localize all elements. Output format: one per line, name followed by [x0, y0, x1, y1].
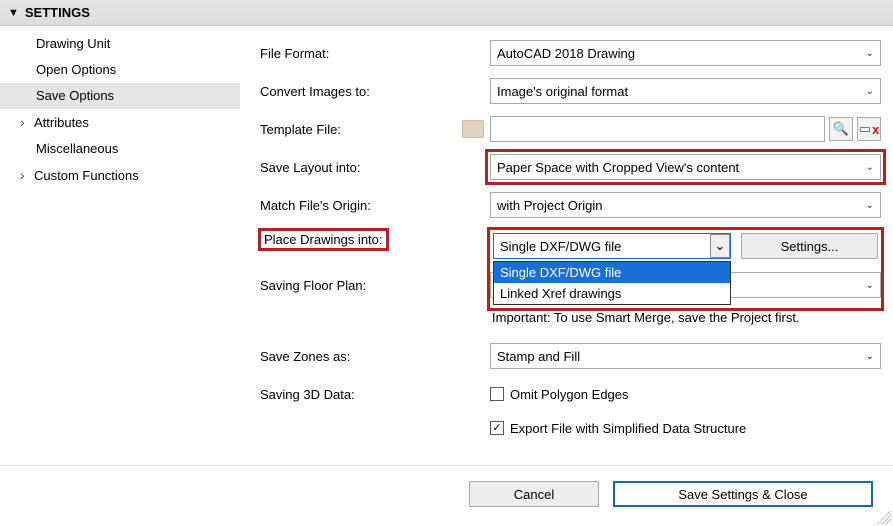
folder-icon — [462, 120, 484, 138]
place-drawings-label: Place Drawings into: — [260, 230, 387, 249]
save-zones-select[interactable]: Stamp and Fill ⌄ — [490, 343, 881, 369]
settings-form: File Format: AutoCAD 2018 Drawing ⌄ Conv… — [240, 26, 893, 465]
settings-sidebar: Drawing Unit Open Options Save Options A… — [0, 26, 240, 465]
save-layout-label: Save Layout into: — [260, 160, 360, 175]
place-drawings-select[interactable]: Single DXF/DWG file ⌄ — [493, 233, 731, 259]
remove-icon: x — [872, 122, 879, 137]
checkbox-icon — [490, 387, 504, 401]
save-settings-close-button[interactable]: Save Settings & Close — [613, 481, 873, 507]
search-icon: 🔍 — [833, 121, 849, 137]
sidebar-item-drawing-unit[interactable]: Drawing Unit — [0, 31, 240, 57]
cancel-button[interactable]: Cancel — [469, 481, 599, 507]
sidebar-item-save-options[interactable]: Save Options — [0, 83, 240, 109]
collapse-icon: ▼ — [8, 7, 19, 19]
place-drawings-dropdown: Single DXF/DWG file Linked Xref drawings — [493, 261, 731, 305]
place-drawings-option-single[interactable]: Single DXF/DWG file — [494, 262, 730, 283]
smart-merge-note: Important: To use Smart Merge, save the … — [492, 310, 881, 325]
sidebar-item-open-options[interactable]: Open Options — [0, 57, 240, 83]
chevron-down-icon: ⌄ — [860, 48, 874, 59]
file-format-select[interactable]: AutoCAD 2018 Drawing ⌄ — [490, 40, 881, 66]
match-origin-label: Match File's Origin: — [260, 198, 371, 213]
save-zones-label: Save Zones as: — [260, 349, 350, 364]
chevron-down-icon: ⌄ — [860, 351, 874, 362]
chevron-down-icon: ⌄ — [860, 86, 874, 97]
omit-polygon-checkbox[interactable]: Omit Polygon Edges — [490, 387, 629, 402]
chevron-down-icon: ⌄ — [710, 234, 730, 258]
save-layout-select[interactable]: Paper Space with Cropped View's content … — [490, 154, 881, 180]
place-drawings-option-xref[interactable]: Linked Xref drawings — [494, 283, 730, 304]
saving-floor-plan-label: Saving Floor Plan: — [260, 278, 366, 293]
dialog-footer: Cancel Save Settings & Close — [0, 466, 893, 522]
match-origin-select[interactable]: with Project Origin ⌄ — [490, 192, 881, 218]
convert-images-select[interactable]: Image's original format ⌄ — [490, 78, 881, 104]
file-format-label: File Format: — [260, 46, 329, 61]
browse-template-button[interactable]: 🔍 — [829, 117, 853, 141]
resize-grip-icon[interactable] — [877, 510, 891, 524]
chevron-down-icon: ⌄ — [860, 280, 874, 291]
template-file-input[interactable] — [490, 116, 825, 142]
sidebar-item-attributes[interactable]: Attributes — [0, 109, 240, 136]
chevron-down-icon: ⌄ — [860, 162, 874, 173]
sidebar-item-custom-functions[interactable]: Custom Functions — [0, 162, 240, 189]
checkbox-checked-icon: ✓ — [490, 421, 504, 435]
saving-3d-label: Saving 3D Data: — [260, 387, 355, 402]
export-simplified-checkbox[interactable]: ✓ Export File with Simplified Data Struc… — [490, 421, 746, 436]
header-title: SETTINGS — [25, 5, 90, 20]
sidebar-item-miscellaneous[interactable]: Miscellaneous — [0, 136, 240, 162]
clear-template-button[interactable]: ▭x — [857, 117, 881, 141]
document-icon: ▭ — [859, 121, 871, 137]
place-drawings-settings-button[interactable]: Settings... — [741, 233, 878, 259]
settings-header[interactable]: ▼ SETTINGS — [0, 0, 893, 26]
convert-images-label: Convert Images to: — [260, 84, 370, 99]
chevron-down-icon: ⌄ — [860, 200, 874, 211]
template-file-label: Template File: — [260, 122, 462, 137]
